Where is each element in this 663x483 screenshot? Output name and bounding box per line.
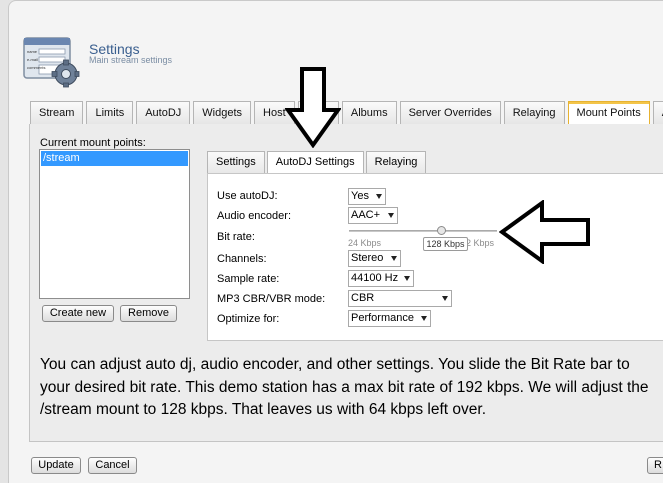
remove-button[interactable]: Remove xyxy=(120,305,177,322)
create-new-button[interactable]: Create new xyxy=(42,305,114,322)
sample-rate-label: Sample rate: xyxy=(217,273,280,285)
tab-stream[interactable]: Stream xyxy=(30,101,84,124)
annotation-text: You can adjust auto dj, audio encoder, a… xyxy=(40,356,649,418)
update-button[interactable]: Update xyxy=(31,457,81,474)
mp3-mode-value: CBR xyxy=(351,292,375,304)
tab-autodj[interactable]: AutoDJ xyxy=(136,101,191,124)
mount-point-item[interactable]: /stream xyxy=(41,151,188,166)
bit-rate-slider-handle[interactable] xyxy=(437,226,446,235)
tab-server-overrides[interactable]: Server Overrides xyxy=(399,101,501,124)
chevron-down-icon xyxy=(421,316,427,321)
use-autodj-value: Yes xyxy=(351,190,369,202)
sample-rate-select[interactable]: 44100 Hz xyxy=(348,270,414,287)
inner-tab-settings[interactable]: Settings xyxy=(207,151,265,173)
inner-tabs: Settings AutoDJ Settings Relaying xyxy=(207,151,428,174)
icon-text-comments: comments xyxy=(27,65,45,70)
right-footer-button[interactable]: R xyxy=(647,457,663,474)
optimize-value: Performance xyxy=(351,312,414,324)
chevron-down-icon xyxy=(442,296,448,301)
bit-rate-value-tooltip: 128 Kbps xyxy=(423,237,468,251)
chevron-down-icon xyxy=(388,213,394,218)
tab-mount-points[interactable]: Mount Points xyxy=(567,101,650,125)
bit-rate-label: Bit rate: xyxy=(217,231,255,243)
inner-tab-relaying[interactable]: Relaying xyxy=(365,151,427,173)
down-arrow-annotation-icon xyxy=(285,67,341,148)
tab-relaying[interactable]: Relaying xyxy=(503,101,565,124)
tab-limits[interactable]: Limits xyxy=(86,101,134,124)
channels-value: Stereo xyxy=(351,252,384,264)
bit-rate-slider-track[interactable] xyxy=(349,230,497,232)
mount-points-label: Current mount points: xyxy=(40,137,146,149)
mp3-mode-select[interactable]: CBR xyxy=(348,290,452,307)
page-subtitle: Main stream settings xyxy=(89,55,173,65)
mp3-mode-label: MP3 CBR/VBR mode: xyxy=(217,293,326,305)
sample-rate-value: 44100 Hz xyxy=(351,272,399,284)
channels-label: Channels: xyxy=(217,253,267,265)
channels-select[interactable]: Stereo xyxy=(348,250,401,267)
main-tabs: Stream Limits AutoDJ Widgets Host Files … xyxy=(30,101,663,125)
bit-rate-max-label: 2 Kbps xyxy=(466,238,495,248)
left-arrow-annotation-icon xyxy=(499,200,590,264)
bit-rate-min-label: 24 Kbps xyxy=(348,238,382,248)
mount-points-list[interactable]: /stream xyxy=(39,149,190,299)
tab-albums[interactable]: Albums xyxy=(341,101,397,124)
tab-widgets[interactable]: Widgets xyxy=(193,101,252,124)
icon-text-email: e-mail xyxy=(27,57,38,62)
optimize-label: Optimize for: xyxy=(217,313,280,325)
chevron-down-icon xyxy=(391,256,397,261)
tab-a[interactable]: A xyxy=(652,101,663,124)
audio-encoder-select[interactable]: AAC+ xyxy=(348,207,398,224)
icon-text-name: name xyxy=(27,49,38,54)
inner-tab-autodj-settings[interactable]: AutoDJ Settings xyxy=(266,151,364,174)
use-autodj-label: Use autoDJ: xyxy=(217,190,278,202)
chevron-down-icon xyxy=(376,194,382,199)
audio-encoder-label: Audio encoder: xyxy=(217,210,291,222)
audio-encoder-value: AAC+ xyxy=(351,209,381,221)
optimize-select[interactable]: Performance xyxy=(348,310,431,327)
cancel-button[interactable]: Cancel xyxy=(88,457,137,474)
settings-form-gear-icon: name e-mail comments xyxy=(23,37,80,88)
use-autodj-select[interactable]: Yes xyxy=(348,188,386,205)
chevron-down-icon xyxy=(404,276,410,281)
